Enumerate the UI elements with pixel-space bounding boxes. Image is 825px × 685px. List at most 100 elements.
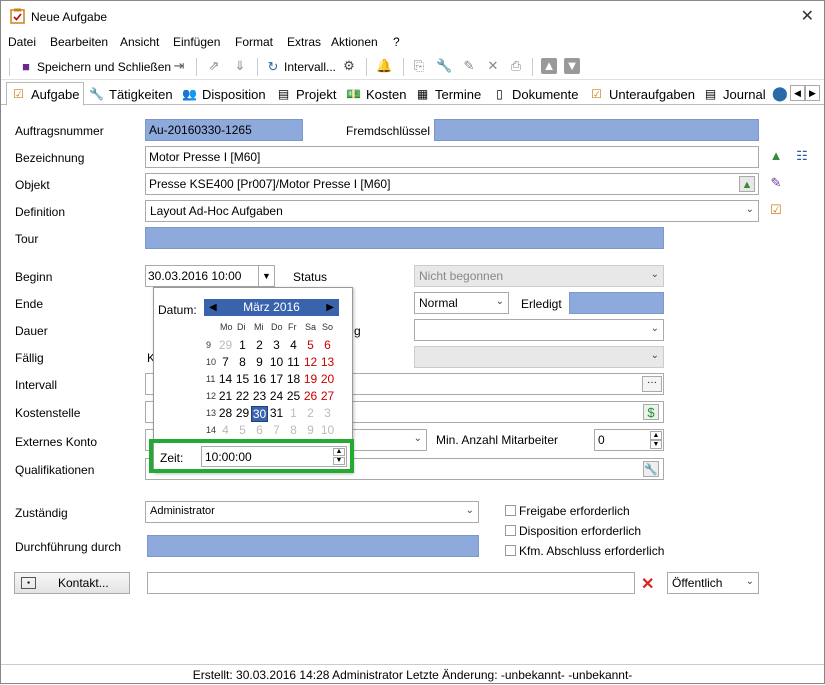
tab-scroll-right-icon[interactable]: ▶ [805, 85, 820, 101]
calendar-day[interactable]: 8 [234, 355, 251, 369]
calendar-day[interactable]: 1 [234, 338, 251, 352]
shapes-icon[interactable]: ▲ [768, 148, 784, 164]
tab-taetigkeiten[interactable]: 🔧 Tätigkeiten [85, 83, 177, 105]
calendar-day[interactable]: 6 [251, 423, 268, 437]
calendar-day[interactable]: 21 [217, 389, 234, 403]
calendar-day[interactable]: 7 [217, 355, 234, 369]
calendar-day[interactable]: 27 [319, 389, 336, 403]
tab-journal[interactable]: ▤ Journal [699, 83, 770, 105]
calendar-day[interactable]: 3 [319, 406, 336, 420]
object-edit-icon[interactable]: ✎ [768, 175, 784, 191]
beginn-datetime[interactable]: 30.03.2016 10:00 ▼ [145, 265, 275, 287]
qualification-icon[interactable]: 🔧 [643, 461, 659, 477]
arrow-down-icon[interactable]: ▼ [564, 58, 580, 74]
more-button[interactable]: ··· [642, 376, 662, 392]
calendar-day[interactable]: 9 [251, 355, 268, 369]
calendar-day[interactable]: 10 [268, 355, 285, 369]
calendar-day[interactable]: 19 [302, 372, 319, 386]
objekt-field[interactable]: Presse KSE400 [Pr007]/Motor Presse I [M6… [145, 173, 759, 195]
calendar-day[interactable]: 11 [285, 355, 302, 369]
calendar-day[interactable]: 15 [234, 372, 251, 386]
calendar-day[interactable]: 13 [319, 355, 336, 369]
tab-scroll-left-icon[interactable]: ◀ [790, 85, 805, 101]
spin-down-icon[interactable]: ▼ [650, 440, 662, 449]
delete-icon[interactable]: ✕ [485, 58, 501, 74]
calendar-day[interactable]: 31 [268, 406, 285, 420]
save-close-button[interactable]: ■ Speichern und Schließen [18, 58, 171, 76]
wrench-icon[interactable]: 🔧 [436, 58, 452, 74]
calendar-day[interactable]: 7 [268, 423, 285, 437]
calendar-day[interactable]: 6 [319, 338, 336, 352]
calendar-day[interactable]: 10 [319, 423, 336, 437]
kontakt-button[interactable]: ▪ Kontakt... [14, 572, 130, 594]
close-icon[interactable]: ✕ [801, 6, 814, 26]
status-select[interactable]: Nicht begonnen ⌄ [414, 265, 664, 287]
calendar-day[interactable]: 9 [302, 423, 319, 437]
interval-button[interactable]: ↻ Intervall... [265, 58, 336, 76]
dropdown-arrow-icon[interactable]: ▼ [258, 266, 274, 286]
durchfuehrung-field[interactable] [147, 535, 479, 557]
tour-field[interactable] [145, 227, 664, 249]
calendar-day[interactable]: 18 [285, 372, 302, 386]
priority-select[interactable]: Normal ⌄ [414, 292, 509, 314]
calendar-day[interactable]: 24 [268, 389, 285, 403]
document-icon[interactable]: ⎙ [508, 58, 524, 74]
calendar-day[interactable]: 4 [217, 423, 234, 437]
calendar-day[interactable]: 20 [319, 372, 336, 386]
calendar-day[interactable]: 28 [217, 406, 234, 420]
fremdschluessel-field[interactable] [434, 119, 759, 141]
edit-icon[interactable]: ✎ [461, 58, 477, 74]
calendar-day[interactable]: 26 [302, 389, 319, 403]
calendar-day[interactable]: 25 [285, 389, 302, 403]
copy-icon[interactable]: ⎘ [411, 58, 427, 74]
auftragsnummer-field[interactable]: Au-20160330-1265 [145, 119, 303, 141]
tab-termine[interactable]: ▦ Termine [411, 83, 485, 105]
group-icon[interactable]: ⚙ [341, 58, 357, 74]
menu-aktionen[interactable]: Aktionen [331, 35, 378, 49]
next-month-icon[interactable]: ▶ [326, 299, 334, 316]
menu-bearbeiten[interactable]: Bearbeiten [50, 35, 108, 49]
disposition-checkbox[interactable] [505, 525, 516, 536]
prev-month-icon[interactable]: ◀ [209, 299, 217, 316]
menu-ansicht[interactable]: Ansicht [120, 35, 159, 49]
tab-aufgabe[interactable]: ☑ Aufgabe [6, 82, 85, 106]
calendar-day[interactable]: 22 [234, 389, 251, 403]
tree-list-icon[interactable]: ☷ [794, 148, 810, 164]
menu-extras[interactable]: Extras [287, 35, 321, 49]
object-picker-icon[interactable]: ▲ [739, 176, 755, 192]
tab-disposition[interactable]: 👥 Disposition [178, 83, 270, 105]
arrow-up-icon[interactable]: ▲ [541, 58, 557, 74]
calendar-day[interactable]: 29 [217, 338, 234, 352]
freigabe-checkbox[interactable] [505, 505, 516, 516]
calendar-day[interactable]: 5 [302, 338, 319, 352]
erledigt-field[interactable] [569, 292, 664, 314]
min-mitarbeiter-stepper[interactable]: 0 ▲ ▼ [594, 429, 664, 451]
calendar-day[interactable]: 4 [285, 338, 302, 352]
faellig-select[interactable]: ⌄ [414, 346, 664, 368]
tab-kosten[interactable]: 💵 Kosten [342, 83, 410, 105]
tab-dokumente[interactable]: ▯ Dokumente [488, 83, 582, 105]
location-icon[interactable]: ⬤ [772, 85, 788, 102]
kontakt-field[interactable] [147, 572, 635, 594]
calendar-day[interactable]: 1 [285, 406, 302, 420]
definition-select[interactable]: Layout Ad-Hoc Aufgaben ⌄ [145, 200, 759, 222]
calendar-day[interactable]: 8 [285, 423, 302, 437]
money-icon[interactable]: $ [643, 404, 659, 420]
tab-projekt[interactable]: ▤ Projekt [272, 83, 340, 105]
calendar-day[interactable]: 12 [302, 355, 319, 369]
menu-datei[interactable]: Datei [8, 35, 36, 49]
zustaendig-select[interactable]: Administrator ⌄ [145, 501, 479, 523]
link-icon[interactable]: ⇗ [206, 58, 222, 74]
calendar-day[interactable]: 29 [234, 406, 251, 420]
visibility-select[interactable]: Öffentlich ⌄ [667, 572, 759, 594]
calendar-day[interactable]: 3 [268, 338, 285, 352]
calendar-day[interactable]: 30 [251, 406, 268, 422]
menu-help[interactable]: ? [393, 35, 400, 49]
calendar-day[interactable]: 17 [268, 372, 285, 386]
calendar-day[interactable]: 2 [302, 406, 319, 420]
calendar-day[interactable]: 16 [251, 372, 268, 386]
calendar-day[interactable]: 5 [234, 423, 251, 437]
clear-contact-icon[interactable]: ✕ [641, 574, 654, 594]
calendar-day[interactable]: 14 [217, 372, 234, 386]
menu-einfuegen[interactable]: Einfügen [173, 35, 220, 49]
